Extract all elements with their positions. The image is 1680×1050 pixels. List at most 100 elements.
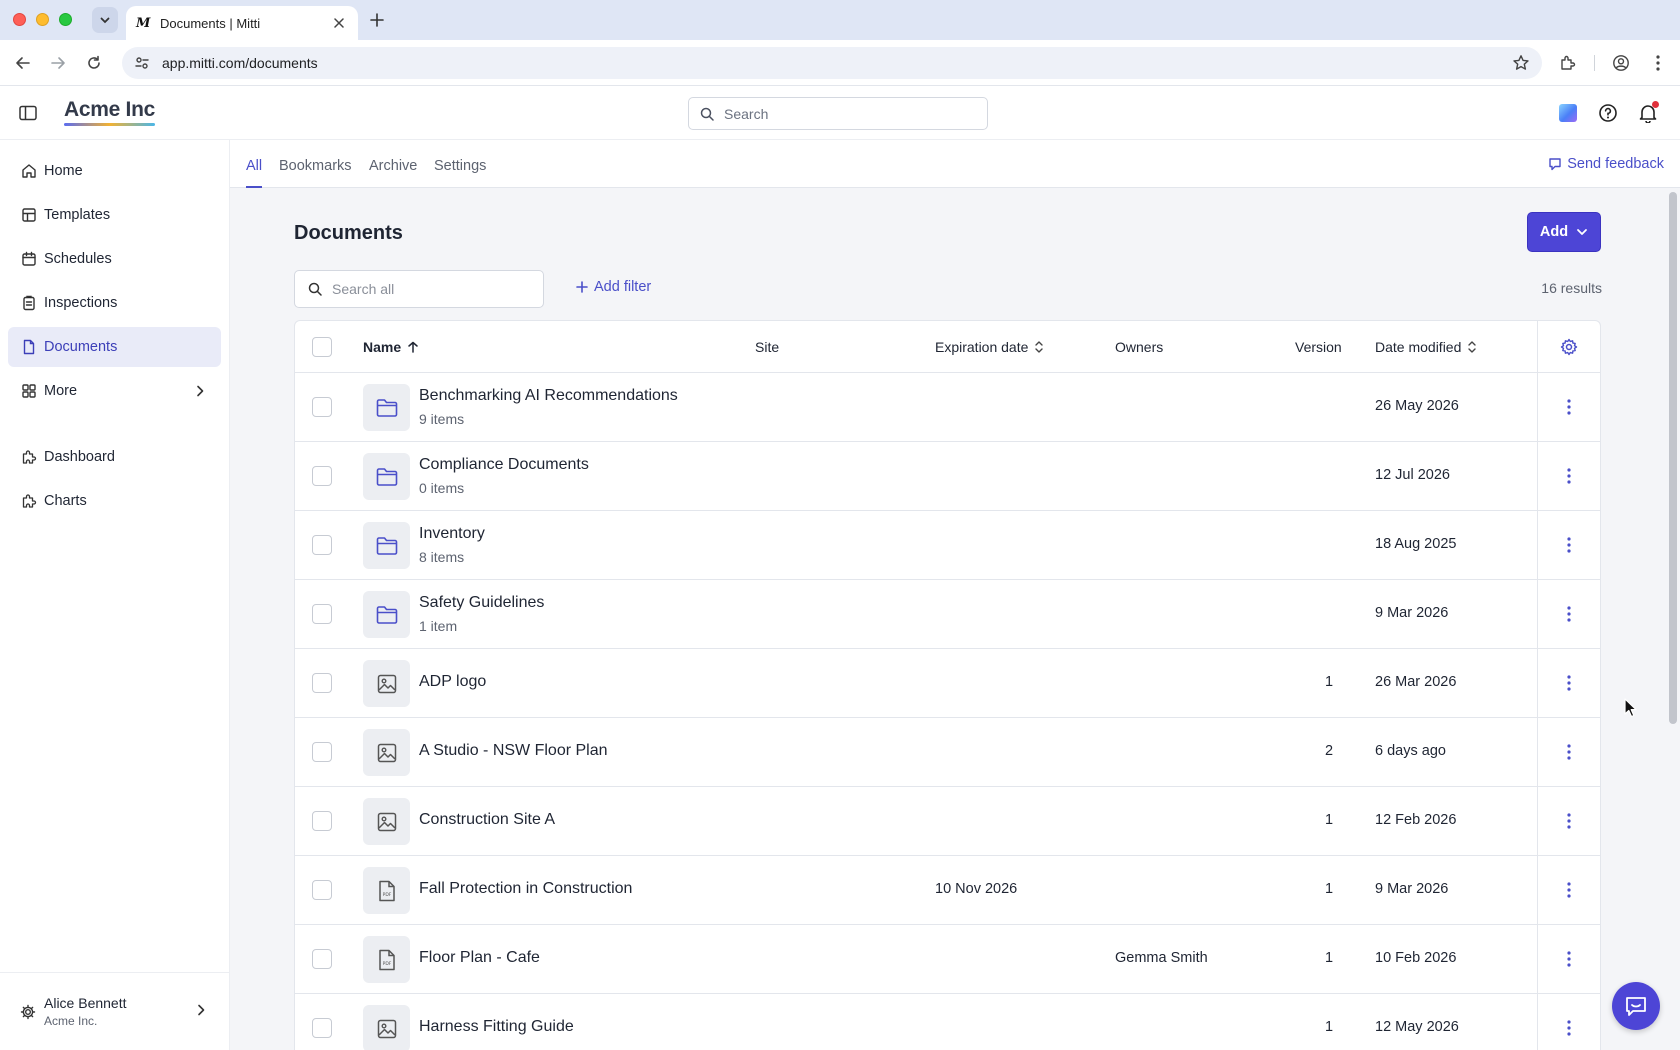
scrollbar-thumb[interactable] bbox=[1669, 192, 1677, 724]
chevron-right-icon bbox=[191, 382, 209, 400]
table-row[interactable]: Benchmarking AI Recommendations 9 items 26… bbox=[295, 373, 1600, 442]
row-name[interactable]: Floor Plan - Cafe bbox=[419, 949, 540, 967]
table-row[interactable]: Harness Fitting Guide 1 12 May 2026 bbox=[295, 994, 1600, 1050]
window-minimize-button[interactable] bbox=[36, 13, 49, 26]
send-feedback-link[interactable]: Send feedback bbox=[1548, 156, 1664, 172]
sidebar-item-schedules[interactable]: Schedules bbox=[8, 239, 221, 279]
table-row[interactable]: Inventory 8 items 18 Aug 2025 bbox=[295, 511, 1600, 580]
browser-menu-button[interactable] bbox=[1646, 51, 1670, 75]
row-checkbox[interactable] bbox=[312, 673, 332, 693]
table-row[interactable]: Compliance Documents 0 items 12 Jul 2026 bbox=[295, 442, 1600, 511]
tab-bookmarks[interactable]: Bookmarks bbox=[279, 158, 352, 188]
profile-button[interactable] bbox=[1609, 51, 1633, 75]
row-checkbox[interactable] bbox=[312, 397, 332, 417]
table-row[interactable]: Safety Guidelines 1 item 9 Mar 2026 bbox=[295, 580, 1600, 649]
user-profile[interactable]: Alice Bennett Acme Inc. bbox=[20, 995, 127, 1028]
tab-all[interactable]: All bbox=[246, 158, 263, 188]
table-row[interactable]: Construction Site A 1 12 Feb 2026 bbox=[295, 787, 1600, 856]
row-actions-button[interactable] bbox=[1557, 602, 1581, 626]
row-checkbox[interactable] bbox=[312, 1018, 332, 1038]
sidebar-item-home[interactable]: Home bbox=[8, 151, 221, 191]
tab-archive[interactable]: Archive bbox=[369, 158, 417, 188]
chat-icon bbox=[1626, 997, 1646, 1016]
tab-search-button[interactable] bbox=[92, 7, 118, 33]
sidebar-item-dashboard[interactable]: Dashboard bbox=[8, 437, 221, 477]
row-name[interactable]: Benchmarking AI Recommendations bbox=[419, 387, 678, 405]
back-button[interactable] bbox=[11, 51, 35, 75]
row-checkbox[interactable] bbox=[312, 535, 332, 555]
document-search-input[interactable] bbox=[332, 281, 532, 297]
global-search-input[interactable] bbox=[724, 105, 964, 122]
table-row[interactable]: ADP logo 1 26 Mar 2026 bbox=[295, 649, 1600, 718]
column-header-name[interactable]: Name bbox=[363, 339, 419, 355]
row-checkbox[interactable] bbox=[312, 811, 332, 831]
row-checkbox[interactable] bbox=[312, 604, 332, 624]
sidebar-item-charts[interactable]: Charts bbox=[8, 481, 221, 521]
add-filter-button[interactable]: Add filter bbox=[576, 279, 651, 295]
sidebar-toggle-button[interactable] bbox=[16, 101, 40, 125]
ai-assistant-button[interactable] bbox=[1556, 101, 1580, 125]
table-row[interactable]: PDF Floor Plan - Cafe Gemma Smith 1 10 Feb 2… bbox=[295, 925, 1600, 994]
row-actions-button[interactable] bbox=[1557, 878, 1581, 902]
help-button[interactable] bbox=[1596, 101, 1620, 125]
extensions-button[interactable] bbox=[1556, 51, 1580, 75]
window-zoom-button[interactable] bbox=[59, 13, 72, 26]
column-header-version[interactable]: Version bbox=[1295, 339, 1342, 355]
notifications-button[interactable] bbox=[1636, 101, 1660, 125]
row-actions-button[interactable] bbox=[1557, 809, 1581, 833]
row-actions-button[interactable] bbox=[1557, 464, 1581, 488]
forward-button[interactable] bbox=[46, 51, 70, 75]
reload-button[interactable] bbox=[82, 51, 106, 75]
sidebar-item-more[interactable]: More bbox=[8, 371, 221, 411]
column-header-expiration[interactable]: Expiration date bbox=[935, 339, 1044, 355]
row-actions-button[interactable] bbox=[1557, 395, 1581, 419]
tab-settings[interactable]: Settings bbox=[434, 158, 486, 188]
tab-close-button[interactable] bbox=[330, 14, 348, 32]
document-search[interactable] bbox=[294, 270, 544, 308]
image-icon bbox=[363, 1005, 410, 1050]
brand-logo[interactable]: Acme Inc bbox=[64, 98, 155, 122]
row-name[interactable]: A Studio - NSW Floor Plan bbox=[419, 742, 608, 760]
row-name[interactable]: Harness Fitting Guide bbox=[419, 1018, 574, 1036]
select-all-checkbox[interactable] bbox=[312, 337, 332, 357]
bookmark-star-button[interactable] bbox=[1512, 54, 1530, 77]
column-header-site[interactable]: Site bbox=[755, 339, 779, 355]
new-tab-button[interactable] bbox=[366, 9, 388, 31]
sidebar-item-inspections[interactable]: Inspections bbox=[8, 283, 221, 323]
table-row[interactable]: PDF Fall Protection in Construction 10 Nov… bbox=[295, 856, 1600, 925]
row-name[interactable]: Fall Protection in Construction bbox=[419, 880, 632, 898]
row-actions-button[interactable] bbox=[1557, 1016, 1581, 1040]
row-name[interactable]: Inventory bbox=[419, 525, 485, 543]
row-name[interactable]: Compliance Documents bbox=[419, 456, 589, 474]
row-version: 1 bbox=[1324, 1019, 1334, 1035]
row-checkbox[interactable] bbox=[312, 742, 332, 762]
row-date-modified: 9 Mar 2026 bbox=[1375, 881, 1449, 897]
row-name[interactable]: Construction Site A bbox=[419, 811, 555, 829]
document-icon bbox=[20, 338, 38, 356]
row-name[interactable]: Safety Guidelines bbox=[419, 594, 544, 612]
address-bar[interactable]: app.mitti.com/documents bbox=[122, 47, 1542, 79]
sidebar-item-templates[interactable]: Templates bbox=[8, 195, 221, 235]
column-header-owners[interactable]: Owners bbox=[1115, 339, 1163, 355]
sidebar: Home Templates Schedules Inspections Doc… bbox=[0, 140, 230, 1050]
row-actions-button[interactable] bbox=[1557, 533, 1581, 557]
row-checkbox[interactable] bbox=[312, 466, 332, 486]
column-header-modified[interactable]: Date modified bbox=[1375, 339, 1477, 355]
pdf-file-icon: PDF bbox=[363, 936, 410, 983]
row-actions-button[interactable] bbox=[1557, 740, 1581, 764]
scrollbar[interactable] bbox=[1666, 188, 1680, 1050]
global-search[interactable] bbox=[688, 97, 988, 130]
row-actions-button[interactable] bbox=[1557, 947, 1581, 971]
row-actions-button[interactable] bbox=[1557, 671, 1581, 695]
chat-support-button[interactable] bbox=[1612, 982, 1660, 1030]
row-checkbox[interactable] bbox=[312, 949, 332, 969]
add-button[interactable]: Add bbox=[1527, 212, 1601, 252]
row-checkbox[interactable] bbox=[312, 880, 332, 900]
sidebar-item-documents[interactable]: Documents bbox=[8, 327, 221, 367]
column-settings-button[interactable] bbox=[1557, 335, 1581, 359]
window-close-button[interactable] bbox=[13, 13, 26, 26]
table-row[interactable]: A Studio - NSW Floor Plan 2 6 days ago bbox=[295, 718, 1600, 787]
row-name[interactable]: ADP logo bbox=[419, 673, 486, 691]
browser-tab[interactable]: M Documents | Mitti bbox=[126, 6, 358, 40]
user-menu[interactable]: Alice Bennett Acme Inc. bbox=[0, 972, 230, 1050]
